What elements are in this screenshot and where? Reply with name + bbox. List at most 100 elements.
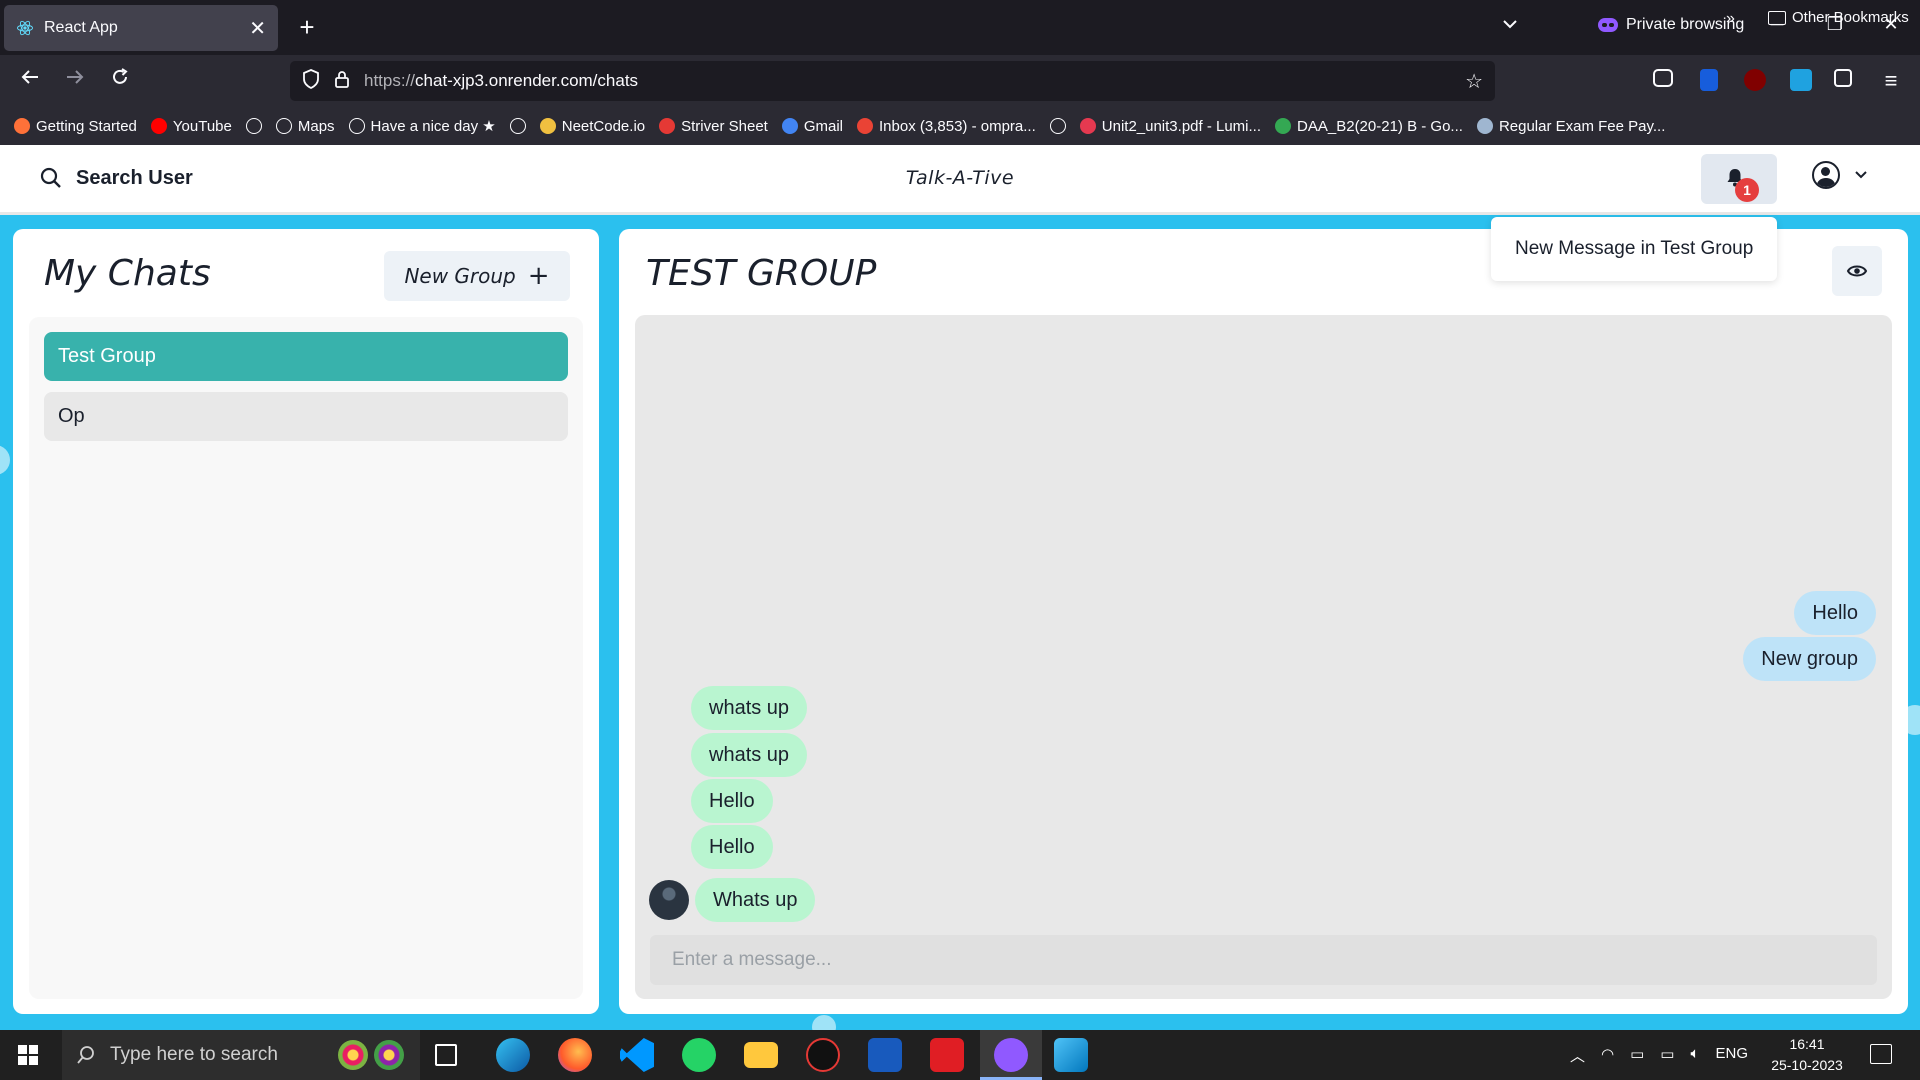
bookmark-item[interactable]: NeetCode.io bbox=[539, 118, 645, 135]
windows-taskbar: Type here to search ︿ ◠ ▭ ▭ 🔈︎ ENG 16:41… bbox=[0, 1030, 1920, 1080]
url-text[interactable]: https://chat-xjp3.onrender.com/chats bbox=[364, 71, 638, 91]
bookmark-label: DAA_B2(20-21) B - Go... bbox=[1297, 117, 1463, 135]
bookmark-star-icon[interactable]: ☆ bbox=[1465, 69, 1483, 94]
extensions-puzzle-icon[interactable] bbox=[1834, 69, 1852, 87]
bookmark-label: Striver Sheet bbox=[681, 117, 768, 135]
bookmark-item[interactable]: Maps bbox=[275, 118, 335, 135]
shield-icon[interactable] bbox=[302, 68, 320, 94]
notifications-button[interactable]: 1 bbox=[1701, 154, 1777, 204]
conversation-panel: TEST GROUP Hello New group whats up what… bbox=[619, 229, 1908, 1014]
file-explorer-icon[interactable] bbox=[744, 1042, 778, 1068]
neetcode-icon bbox=[539, 118, 556, 134]
private-mask-icon bbox=[1598, 18, 1618, 32]
action-center-icon[interactable] bbox=[1870, 1044, 1892, 1064]
bookmark-label: Getting Started bbox=[36, 117, 137, 135]
bookmark-label: Unit2_unit3.pdf - Lumi... bbox=[1101, 117, 1262, 135]
globe-icon bbox=[509, 118, 526, 134]
taskbar-clock[interactable]: 16:41 25-10-2023 bbox=[1762, 1034, 1852, 1076]
new-tab-button[interactable]: + bbox=[292, 12, 322, 42]
globe-icon bbox=[245, 118, 262, 134]
bookmark-item[interactable] bbox=[509, 118, 526, 134]
message-input[interactable] bbox=[650, 935, 1877, 985]
bookmark-item[interactable] bbox=[1049, 118, 1066, 134]
message-bubble: whats up bbox=[691, 733, 808, 777]
sender-avatar[interactable] bbox=[649, 880, 689, 920]
new-group-button[interactable]: New Group + bbox=[384, 251, 570, 301]
menu-hamburger-icon[interactable]: ≡ bbox=[1876, 66, 1906, 96]
bookmark-item[interactable]: DAA_B2(20-21) B - Go... bbox=[1275, 118, 1463, 135]
speaker-icon[interactable]: 🔈︎ bbox=[1690, 1045, 1699, 1066]
bookmark-item[interactable]: YouTube bbox=[150, 117, 232, 135]
new-group-label: New Group bbox=[404, 264, 516, 288]
bookmarks-toolbar: Getting Started YouTube Maps Have a nice da… bbox=[0, 107, 1920, 145]
taskbar-search-placeholder: Type here to search bbox=[110, 1044, 278, 1065]
bookmark-item[interactable]: Unit2_unit3.pdf - Lumi... bbox=[1079, 117, 1262, 135]
react-icon bbox=[17, 20, 33, 36]
chat-name: Op bbox=[58, 405, 85, 427]
task-view-icon[interactable] bbox=[435, 1044, 457, 1066]
forward-button[interactable] bbox=[60, 66, 90, 96]
firefox-private-icon bbox=[994, 1038, 1028, 1072]
translate-extension-icon[interactable] bbox=[1790, 69, 1812, 91]
photos-icon[interactable] bbox=[1054, 1038, 1088, 1072]
notification-count-badge: 1 bbox=[1735, 178, 1759, 202]
vscode-icon[interactable] bbox=[620, 1038, 654, 1072]
game-app-icon[interactable] bbox=[806, 1038, 840, 1072]
chevron-up-icon[interactable]: ︿ bbox=[1570, 1045, 1585, 1066]
folder-icon bbox=[1768, 10, 1786, 25]
view-group-button[interactable] bbox=[1832, 246, 1882, 296]
plus-icon: + bbox=[527, 261, 550, 291]
close-tab-icon[interactable]: ✕ bbox=[249, 16, 266, 41]
firefox-icon bbox=[14, 118, 30, 134]
pocket-icon[interactable] bbox=[1653, 69, 1673, 87]
whatsapp-icon[interactable] bbox=[682, 1038, 716, 1072]
browser-tab[interactable]: React App ✕ bbox=[4, 5, 278, 51]
bookmark-item[interactable]: Have a nice day ★ bbox=[348, 117, 496, 135]
bookmark-item[interactable]: Inbox (3,853) - ompra... bbox=[857, 118, 1036, 135]
message-bubble: Hello bbox=[691, 779, 773, 823]
bitwarden-icon[interactable] bbox=[1700, 69, 1718, 91]
edge-icon[interactable] bbox=[496, 1038, 530, 1072]
bookmark-item[interactable]: Striver Sheet bbox=[659, 118, 768, 135]
tab-title: React App bbox=[44, 19, 118, 36]
lumin-icon bbox=[1079, 118, 1096, 134]
device-icon[interactable]: ▭ bbox=[1630, 1045, 1644, 1066]
bookmark-item[interactable]: Getting Started bbox=[14, 118, 137, 135]
bookmark-item[interactable]: Regular Exam Fee Pay... bbox=[1476, 118, 1665, 135]
back-button[interactable] bbox=[15, 66, 45, 96]
notification-menu-item[interactable]: New Message in Test Group bbox=[1491, 217, 1777, 281]
chat-list: Test Group Op bbox=[29, 317, 583, 999]
reload-button[interactable] bbox=[105, 66, 135, 96]
taskbar-search[interactable]: Type here to search bbox=[62, 1030, 420, 1080]
google-icon bbox=[781, 118, 798, 134]
bookmark-label: Inbox (3,853) - ompra... bbox=[879, 117, 1036, 135]
address-bar[interactable]: https://chat-xjp3.onrender.com/chats ☆ bbox=[290, 61, 1495, 101]
battery-icon[interactable]: ▭ bbox=[1660, 1045, 1674, 1066]
list-tabs-icon[interactable] bbox=[1500, 14, 1520, 39]
bookmark-item[interactable]: Gmail bbox=[781, 118, 843, 135]
bookmark-label: YouTube bbox=[172, 117, 232, 135]
private-firefox-task[interactable] bbox=[980, 1030, 1042, 1080]
reload-icon bbox=[113, 68, 128, 84]
user-avatar-icon bbox=[1812, 161, 1840, 189]
wifi-icon[interactable]: ◠ bbox=[1601, 1045, 1614, 1066]
other-bookmarks[interactable]: Other Bookmarks bbox=[1768, 9, 1909, 26]
my-chats-title: My Chats bbox=[44, 253, 211, 294]
eye-icon bbox=[1846, 265, 1868, 277]
word-icon[interactable] bbox=[868, 1038, 902, 1072]
windows-start-icon[interactable] bbox=[18, 1045, 38, 1065]
chat-list-item[interactable]: Op bbox=[44, 392, 568, 441]
chat-list-item[interactable]: Test Group bbox=[44, 332, 568, 381]
profile-menu-button[interactable] bbox=[1812, 161, 1868, 189]
bookmark-item[interactable] bbox=[245, 118, 262, 134]
acrobat-icon[interactable] bbox=[930, 1038, 964, 1072]
lock-icon[interactable] bbox=[334, 69, 350, 94]
language-indicator[interactable]: ENG bbox=[1716, 1045, 1749, 1066]
bookmarks-overflow-icon[interactable]: » bbox=[1726, 10, 1735, 28]
rangoli-icon bbox=[373, 1040, 404, 1070]
message-bubble: Hello bbox=[691, 825, 773, 869]
clock-date: 25-10-2023 bbox=[1771, 1057, 1843, 1073]
ublock-icon[interactable] bbox=[1744, 69, 1766, 91]
firefox-icon[interactable] bbox=[558, 1038, 592, 1072]
browser-nav-bar: https://chat-xjp3.onrender.com/chats ☆ ≡ bbox=[0, 55, 1920, 107]
